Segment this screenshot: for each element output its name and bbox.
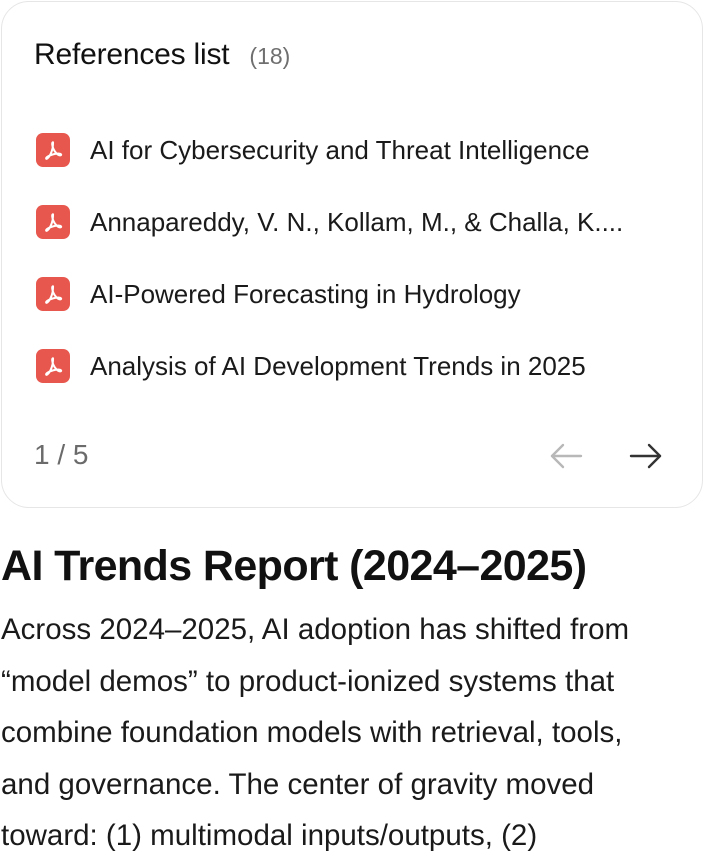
pagination-indicator: 1 / 5	[34, 439, 89, 470]
reference-label: AI for Cybersecurity and Threat Intellig…	[90, 134, 590, 165]
pdf-icon	[36, 277, 70, 311]
reference-item[interactable]: Analysis of AI Development Trends in 202…	[36, 330, 676, 402]
reference-label: Analysis of AI Development Trends in 202…	[90, 350, 586, 381]
report-title: AI Trends Report (2024–2025)	[1, 542, 587, 590]
pdf-icon	[36, 205, 70, 239]
report-line: Across 2024–2025, AI adoption has shifte…	[1, 613, 630, 646]
report-line: toward: (1) multimodal inputs/outputs, (…	[1, 819, 538, 852]
pdf-icon	[36, 349, 70, 383]
next-page-button[interactable]	[626, 434, 666, 478]
pdf-icon	[36, 133, 70, 167]
reference-item[interactable]: AI for Cybersecurity and Threat Intellig…	[36, 114, 676, 186]
previous-page-button[interactable]	[546, 434, 586, 478]
references-count: (18)	[249, 43, 291, 69]
report-line: “model demos” to product-ionized systems…	[1, 664, 615, 698]
reference-label: AI-Powered Forecasting in Hydrology	[90, 278, 521, 309]
reference-item[interactable]: Annapareddy, V. N., Kollam, M., & Challa…	[36, 186, 676, 258]
references-list: AI for Cybersecurity and Threat Intellig…	[36, 114, 676, 402]
reference-label: Annapareddy, V. N., Kollam, M., & Challa…	[90, 206, 624, 237]
report-body: Across 2024–2025, AI adoption has shifte…	[1, 604, 703, 862]
references-card: References list (18) AI for Cybersecurit…	[1, 1, 703, 508]
reference-item[interactable]: AI-Powered Forecasting in Hydrology	[36, 258, 676, 330]
references-header: References list (18)	[34, 38, 290, 72]
references-title: References list	[34, 38, 230, 71]
report-line: combine foundation models with retrieval…	[1, 716, 623, 749]
arrow-left-icon	[550, 443, 583, 469]
report-line: and governance. The center of gravity mo…	[1, 767, 595, 801]
arrow-right-icon	[629, 443, 662, 469]
